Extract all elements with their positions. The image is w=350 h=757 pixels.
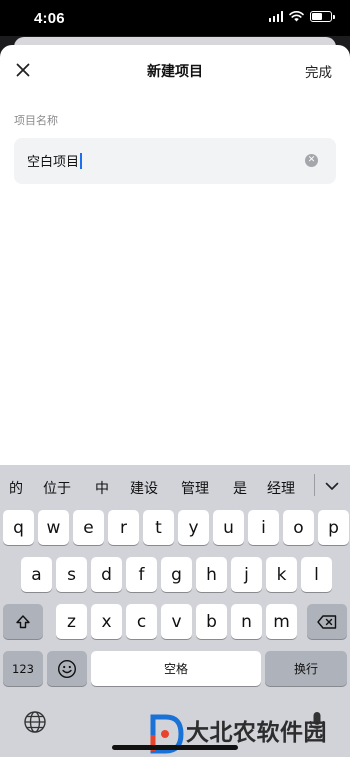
cellular-signal-icon — [268, 11, 283, 22]
delete-key[interactable] — [307, 604, 347, 639]
key-n[interactable]: n — [231, 604, 262, 639]
key-g[interactable]: g — [161, 557, 192, 592]
text-caret — [80, 153, 83, 169]
key-y[interactable]: y — [178, 510, 209, 545]
key-t[interactable]: t — [143, 510, 174, 545]
project-name-value: 空白项目 — [27, 155, 80, 170]
watermark: 大北农软件园 — [150, 713, 350, 757]
key-p[interactable]: p — [318, 510, 349, 545]
globe-button[interactable] — [22, 709, 48, 735]
page-title: 新建项目 — [147, 64, 203, 80]
clear-text-button[interactable]: ✕ — [305, 154, 318, 167]
key-v[interactable]: v — [161, 604, 192, 639]
numbers-key[interactable]: 123 — [3, 651, 43, 686]
candidate-bar: 的 位于 中 建设 管理 是 经理 — [0, 465, 350, 507]
chevron-down-icon — [325, 482, 339, 490]
candidate-word[interactable]: 中 — [95, 478, 109, 498]
key-h[interactable]: h — [196, 557, 227, 592]
key-u[interactable]: u — [213, 510, 244, 545]
candidate-word[interactable]: 管理 — [181, 478, 209, 498]
key-x[interactable]: x — [91, 604, 122, 639]
key-r[interactable]: r — [108, 510, 139, 545]
done-button[interactable]: 完成 — [305, 61, 332, 81]
expand-candidates-button[interactable] — [318, 473, 346, 499]
emoji-key[interactable] — [47, 651, 87, 686]
home-indicator — [112, 745, 238, 750]
status-icons — [268, 11, 335, 22]
key-f[interactable]: f — [126, 557, 157, 592]
project-name-field[interactable]: 空白项目 ✕ — [14, 138, 336, 184]
watermark-text: 大北农软件园 — [186, 720, 327, 746]
globe-icon — [24, 711, 46, 733]
key-q[interactable]: q — [3, 510, 34, 545]
backspace-icon — [317, 614, 337, 629]
emoji-icon — [57, 659, 77, 678]
candidate-word[interactable]: 经理 — [267, 478, 295, 498]
nav-bar: 新建项目 完成 — [0, 45, 350, 95]
key-s[interactable]: s — [56, 557, 87, 592]
status-bar: 4:06 — [0, 0, 350, 36]
key-d[interactable]: d — [91, 557, 122, 592]
battery-icon — [310, 11, 335, 22]
candidate-word[interactable]: 是 — [233, 478, 247, 498]
project-name-label: 项目名称 — [14, 114, 58, 127]
key-i[interactable]: i — [248, 510, 279, 545]
shift-key[interactable] — [3, 604, 43, 639]
project-name-input[interactable]: 空白项目 — [27, 151, 83, 170]
key-e[interactable]: e — [73, 510, 104, 545]
candidate-word[interactable]: 位于 — [43, 478, 71, 498]
key-m[interactable]: m — [266, 604, 297, 639]
candidate-word[interactable]: 建设 — [130, 478, 158, 498]
candidate-divider — [314, 474, 315, 496]
key-c[interactable]: c — [126, 604, 157, 639]
key-b[interactable]: b — [196, 604, 227, 639]
key-z[interactable]: z — [56, 604, 87, 639]
status-time: 4:06 — [34, 10, 65, 27]
keyboard: 的 位于 中 建设 管理 是 经理 q w e r t y u i o p a … — [0, 465, 350, 757]
key-j[interactable]: j — [231, 557, 262, 592]
key-k[interactable]: k — [266, 557, 297, 592]
key-o[interactable]: o — [283, 510, 314, 545]
candidate-word[interactable]: 的 — [9, 478, 23, 498]
shift-icon — [16, 614, 30, 628]
key-w[interactable]: w — [38, 510, 69, 545]
wifi-icon — [289, 11, 304, 22]
space-key[interactable]: 空格 — [91, 651, 261, 686]
key-a[interactable]: a — [21, 557, 52, 592]
key-l[interactable]: l — [301, 557, 332, 592]
return-key[interactable]: 换行 — [265, 651, 347, 686]
